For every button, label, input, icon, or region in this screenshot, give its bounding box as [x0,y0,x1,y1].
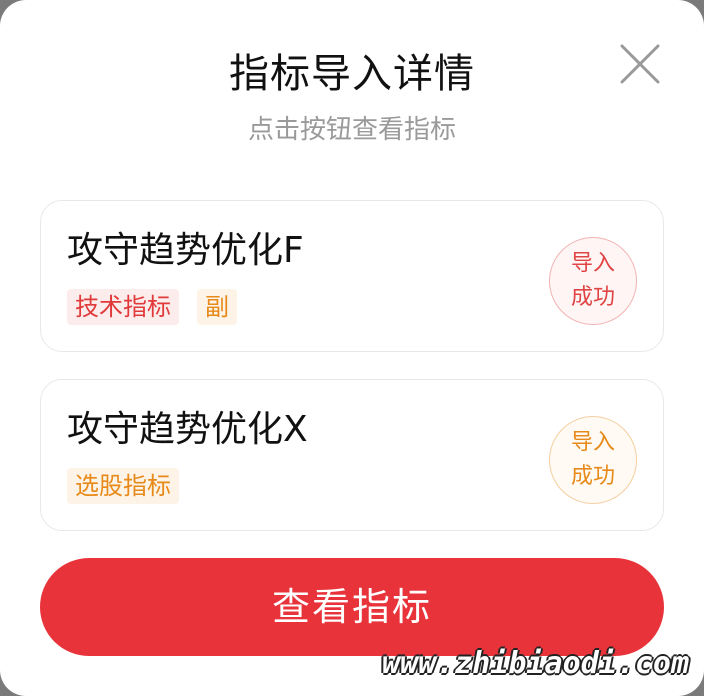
indicator-name: 攻守趋势优化X [67,409,308,450]
close-icon [620,44,660,84]
import-details-dialog: 指标导入详情 点击按钮查看指标 攻守趋势优化F 技术指标 副 导入 成功 攻守趋… [0,0,704,696]
indicator-tags: 选股指标 [67,468,179,504]
indicator-card: 攻守趋势优化X 选股指标 导入 成功 [40,379,664,531]
indicator-tags: 技术指标 副 [67,289,237,325]
watermark: www.zhibiaodi.com [382,646,690,681]
dialog-title: 指标导入详情 [229,51,475,97]
import-success-badge: 导入 成功 [549,416,637,504]
import-success-badge: 导入 成功 [549,237,637,325]
indicator-card: 攻守趋势优化F 技术指标 副 导入 成功 [40,200,664,352]
view-indicators-button[interactable]: 查看指标 [40,558,664,656]
dialog-subtitle: 点击按钮查看指标 [247,115,456,145]
status-line: 成功 [570,464,615,489]
close-button[interactable] [618,42,662,86]
tag-technical-indicator: 技术指标 [67,289,179,325]
tag-stock-selection-indicator: 选股指标 [67,468,179,504]
status-line: 成功 [570,285,615,310]
status-line: 导入 [570,430,615,455]
indicator-name: 攻守趋势优化F [67,230,304,271]
tag-sub: 副 [197,289,237,325]
status-line: 导入 [570,251,615,276]
